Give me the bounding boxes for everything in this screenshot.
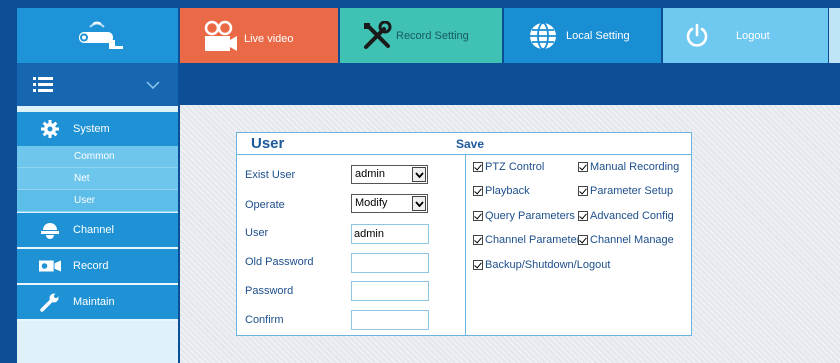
sidebar-item-record[interactable]: Record bbox=[17, 249, 178, 285]
checkbox-checked-icon bbox=[473, 211, 483, 221]
nav-live-video-label: Live video bbox=[244, 32, 294, 45]
permission-backup-shutdown-logout-label: Backup/Shutdown/Logout bbox=[485, 259, 611, 271]
exist-user-label: Exist User bbox=[245, 169, 296, 181]
checkbox-checked-icon bbox=[473, 235, 483, 245]
permission-manual-recording[interactable]: Manual Recording bbox=[578, 161, 679, 173]
permission-query-parameters-label: Query Parameters bbox=[485, 210, 575, 222]
content-area: User Save Exist User admin Operate Modif… bbox=[180, 105, 840, 363]
operate-select[interactable]: Modify bbox=[351, 194, 428, 213]
sidebar-item-maintain-label: Maintain bbox=[73, 296, 115, 308]
checkbox-checked-icon bbox=[578, 162, 588, 172]
save-button[interactable]: Save bbox=[456, 137, 484, 151]
permission-channel-manage-label: Channel Manage bbox=[590, 234, 674, 246]
checkbox-checked-icon bbox=[473, 162, 483, 172]
sidebar-item-maintain[interactable]: Maintain bbox=[17, 285, 178, 321]
permission-playback[interactable]: Playback bbox=[473, 185, 530, 197]
permission-backup-shutdown-logout[interactable]: Backup/Shutdown/Logout bbox=[473, 259, 610, 271]
permission-channel-parameters-label: Channel Parameters bbox=[485, 234, 586, 246]
permission-parameter-setup-label: Parameter Setup bbox=[590, 185, 674, 197]
sidebar-item-record-label: Record bbox=[73, 260, 109, 272]
camera-logo-icon bbox=[78, 21, 123, 49]
permission-parameter-setup[interactable]: Parameter Setup bbox=[578, 185, 673, 197]
user-panel-header: User Save bbox=[237, 133, 691, 155]
sidebar-item-system-label: System bbox=[73, 123, 110, 135]
dropdown-arrow-icon bbox=[412, 196, 426, 211]
menu-toggle[interactable] bbox=[17, 63, 178, 106]
operate-value: Modify bbox=[355, 197, 388, 209]
permission-manual-recording-label: Manual Recording bbox=[590, 161, 680, 173]
tools-icon bbox=[364, 20, 392, 49]
permission-query-parameters[interactable]: Query Parameters bbox=[473, 210, 575, 222]
sidebar: System Common Net User Channel Record Ma… bbox=[17, 63, 178, 363]
permission-advanced-config-label: Advanced Config bbox=[590, 210, 674, 222]
chevron-down-icon bbox=[146, 80, 160, 89]
globe-icon bbox=[530, 21, 556, 50]
password-input[interactable] bbox=[351, 281, 429, 301]
sidebar-subitem-net[interactable]: Net bbox=[17, 168, 178, 190]
user-label: User bbox=[245, 227, 269, 239]
panel-title: User bbox=[251, 135, 285, 152]
confirm-input[interactable] bbox=[351, 310, 429, 330]
checkbox-checked-icon bbox=[578, 235, 588, 245]
checkbox-checked-icon bbox=[473, 186, 483, 196]
operate-label: Operate bbox=[245, 199, 285, 211]
nav-live-video[interactable]: Live video bbox=[180, 8, 338, 63]
exist-user-value: admin bbox=[355, 168, 385, 180]
wrench-icon bbox=[39, 292, 61, 312]
camera-logo bbox=[17, 8, 178, 63]
checkbox-checked-icon bbox=[578, 211, 588, 221]
permission-advanced-config[interactable]: Advanced Config bbox=[578, 210, 674, 222]
old-password-label: Old Password bbox=[245, 256, 314, 268]
list-menu-icon bbox=[33, 76, 53, 92]
nav-logout-label: Logout bbox=[736, 29, 770, 42]
panel-divider bbox=[465, 155, 466, 336]
gear-icon bbox=[39, 120, 61, 138]
nav-record-setting-label: Record Setting bbox=[396, 29, 469, 42]
password-label: Password bbox=[245, 285, 294, 297]
permission-channel-parameters[interactable]: Channel Parameters bbox=[473, 234, 586, 246]
exist-user-select[interactable]: admin bbox=[351, 165, 428, 184]
sidebar-item-channel[interactable]: Channel bbox=[17, 213, 178, 249]
permission-playback-label: Playback bbox=[485, 185, 530, 197]
record-camera-icon bbox=[39, 259, 61, 273]
content-header-band bbox=[180, 63, 840, 105]
old-password-input[interactable] bbox=[351, 253, 429, 273]
checkbox-checked-icon bbox=[473, 260, 483, 270]
sidebar-item-system[interactable]: System bbox=[17, 112, 178, 146]
top-nav: Live video Record Setting Local Setting … bbox=[0, 8, 840, 63]
dome-camera-icon bbox=[39, 220, 61, 240]
confirm-label: Confirm bbox=[245, 314, 284, 326]
nav-record-setting[interactable]: Record Setting bbox=[340, 8, 502, 63]
nav-logout[interactable]: Logout bbox=[663, 8, 828, 63]
video-camera-icon bbox=[204, 20, 237, 51]
dropdown-arrow-icon bbox=[412, 167, 426, 182]
power-icon bbox=[686, 23, 708, 47]
nav-edge bbox=[829, 8, 840, 63]
sidebar-subitem-user[interactable]: User bbox=[17, 190, 178, 212]
user-panel: User Save Exist User admin Operate Modif… bbox=[236, 132, 692, 336]
sidebar-item-channel-label: Channel bbox=[73, 224, 114, 236]
checkbox-checked-icon bbox=[578, 186, 588, 196]
permission-ptz-control-label: PTZ Control bbox=[485, 161, 545, 173]
nav-local-setting[interactable]: Local Setting bbox=[504, 8, 661, 63]
nav-local-setting-label: Local Setting bbox=[566, 29, 630, 42]
permission-channel-manage[interactable]: Channel Manage bbox=[578, 234, 674, 246]
sidebar-subitem-common[interactable]: Common bbox=[17, 146, 178, 168]
user-input[interactable]: admin bbox=[351, 224, 429, 244]
permission-ptz-control[interactable]: PTZ Control bbox=[473, 161, 544, 173]
